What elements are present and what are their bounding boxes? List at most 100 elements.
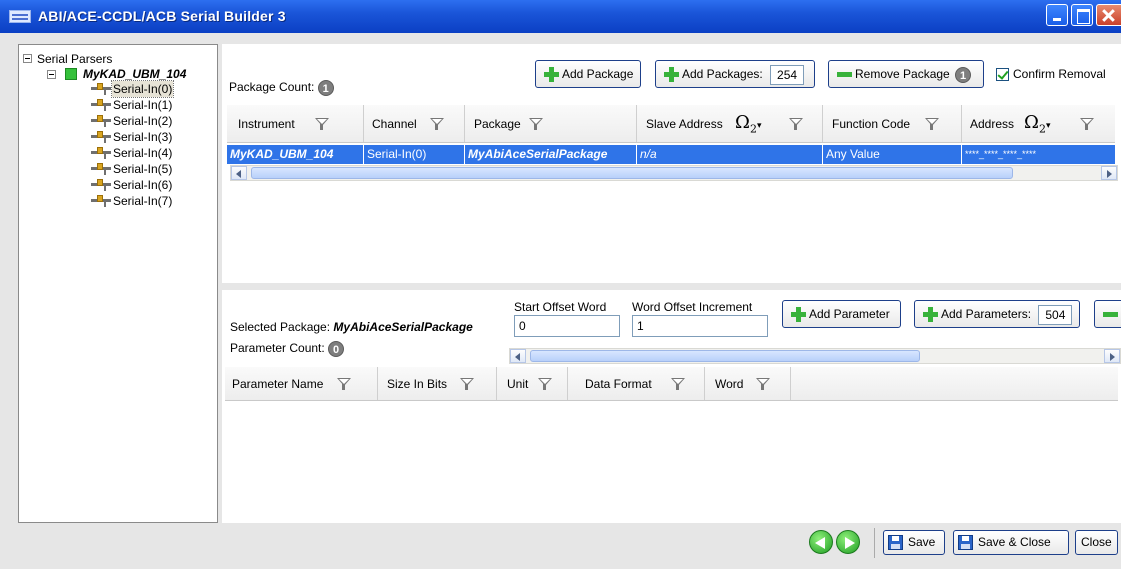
- word-offset-increment-input[interactable]: 1: [632, 315, 768, 337]
- tree-root-label: Serial Parsers: [37, 52, 113, 66]
- remove-package-button[interactable]: Remove Package 1: [828, 60, 984, 88]
- title-bar: ABI/ACE-CCDL/ACB Serial Builder 3: [0, 0, 1121, 33]
- close-window-button[interactable]: [1096, 4, 1121, 26]
- add-packages-label: Add Packages:: [682, 67, 763, 81]
- parameter-count: Parameter Count: 0: [230, 341, 345, 357]
- filter-icon[interactable]: [337, 378, 351, 390]
- panel-splitter[interactable]: [222, 283, 1121, 290]
- add-packages-count-input[interactable]: 254: [770, 64, 805, 85]
- tree-channel-label: Serial-In(2): [113, 114, 173, 128]
- table-row[interactable]: MyKAD_UBM_104 Serial-In(0) MyAbiAceSeria…: [227, 145, 1115, 164]
- units-omega-icon[interactable]: Ω2▾: [1024, 112, 1050, 136]
- scroll-left-icon[interactable]: [510, 349, 526, 363]
- minus-icon: [1103, 312, 1118, 317]
- column-data-format[interactable]: Data Format: [568, 367, 705, 400]
- selected-package-value: MyAbiAceSerialPackage: [333, 320, 473, 334]
- filter-icon[interactable]: [460, 378, 474, 390]
- serial-plug-icon: [91, 195, 111, 207]
- cell-package: MyAbiAceSerialPackage: [465, 145, 637, 164]
- tree-instrument-label: MyKAD_UBM_104: [83, 67, 187, 81]
- add-parameters-count-input[interactable]: 504: [1038, 304, 1073, 325]
- filter-icon[interactable]: [756, 378, 770, 390]
- serial-plug-icon: [91, 83, 111, 95]
- filter-icon[interactable]: [1080, 118, 1094, 130]
- column-slave-address[interactable]: Slave Address Ω2▾: [637, 105, 823, 142]
- package-count: Package Count: 1: [229, 80, 334, 96]
- column-address[interactable]: Address Ω2▾: [962, 105, 1115, 142]
- remove-package-label: Remove Package: [855, 67, 950, 81]
- scroll-left-icon[interactable]: [231, 166, 247, 180]
- minimize-button[interactable]: [1046, 4, 1068, 26]
- save-label: Save: [908, 535, 936, 549]
- add-parameters-label: Add Parameters:: [941, 307, 1032, 321]
- filter-icon[interactable]: [315, 118, 329, 130]
- tree-channel-label: Serial-In(0): [110, 80, 175, 98]
- filter-icon[interactable]: [789, 118, 803, 130]
- cell-slave-address: n/a: [637, 145, 823, 164]
- column-channel[interactable]: Channel: [364, 105, 465, 142]
- window-title: ABI/ACE-CCDL/ACB Serial Builder 3: [38, 8, 286, 24]
- parameter-count-badge: 0: [328, 341, 345, 357]
- serial-plug-icon: [91, 131, 111, 143]
- forward-arrow-icon[interactable]: [836, 530, 860, 554]
- add-packages-button[interactable]: Add Packages: 254: [655, 60, 815, 88]
- minus-icon: [837, 72, 852, 77]
- save-close-button[interactable]: Save & Close: [953, 530, 1069, 555]
- add-parameter-button[interactable]: Add Parameter: [782, 300, 901, 328]
- tree-channel-label: Serial-In(7): [113, 194, 173, 208]
- scroll-right-icon[interactable]: [1101, 166, 1117, 180]
- footer-separator: [874, 528, 875, 558]
- filter-icon[interactable]: [430, 118, 444, 130]
- tree-channel-label: Serial-In(5): [113, 162, 173, 176]
- cell-address: ****_****_****_****: [965, 149, 1037, 159]
- word-offset-increment-label: Word Offset Increment: [632, 300, 753, 314]
- serial-plug-icon: [91, 179, 111, 191]
- column-function-code[interactable]: Function Code: [823, 105, 962, 142]
- add-package-button[interactable]: Add Package: [535, 60, 641, 88]
- scroll-thumb[interactable]: [530, 350, 920, 362]
- plus-icon: [544, 67, 559, 82]
- start-offset-word-input[interactable]: 0: [514, 315, 620, 337]
- plus-icon: [664, 67, 679, 82]
- save-button[interactable]: Save: [883, 530, 945, 555]
- cell-channel: Serial-In(0): [364, 145, 465, 164]
- filter-icon[interactable]: [671, 378, 685, 390]
- serial-plug-icon: [91, 115, 111, 127]
- parameter-grid-header: Parameter Name Size In Bits Unit Data Fo…: [225, 367, 1118, 401]
- column-word[interactable]: Word: [705, 367, 791, 400]
- collapse-icon[interactable]: [47, 70, 56, 79]
- column-unit[interactable]: Unit: [497, 367, 568, 400]
- package-grid-hscrollbar[interactable]: [230, 165, 1118, 181]
- serial-plug-icon: [91, 147, 111, 159]
- column-package[interactable]: Package: [465, 105, 637, 142]
- close-button[interactable]: Close: [1075, 530, 1118, 555]
- filter-icon[interactable]: [925, 118, 939, 130]
- serial-parsers-tree[interactable]: Serial Parsers MyKAD_UBM_104 Serial-In(0…: [18, 44, 218, 523]
- parameter-hscrollbar[interactable]: [509, 348, 1121, 364]
- maximize-button[interactable]: [1071, 4, 1093, 26]
- scroll-thumb[interactable]: [251, 167, 1013, 179]
- package-count-label: Package Count:: [229, 80, 315, 95]
- plus-icon: [923, 307, 938, 322]
- plus-icon: [791, 307, 806, 322]
- cell-function-code: Any Value: [823, 145, 962, 164]
- add-parameters-button[interactable]: Add Parameters: 504: [914, 300, 1080, 328]
- scroll-right-icon[interactable]: [1104, 349, 1120, 363]
- confirm-removal-checkbox[interactable]: [996, 68, 1009, 81]
- save-disk-icon: [958, 535, 973, 550]
- parameter-count-label: Parameter Count:: [230, 341, 325, 356]
- filter-icon[interactable]: [538, 378, 552, 390]
- cell-instrument: MyKAD_UBM_104: [227, 145, 364, 164]
- package-grid-header: Instrument Channel Package Slave Address…: [227, 105, 1115, 143]
- remove-parameter-button[interactable]: [1094, 300, 1121, 328]
- column-size-in-bits[interactable]: Size In Bits: [378, 367, 497, 400]
- column-instrument[interactable]: Instrument: [227, 105, 364, 142]
- units-omega-icon[interactable]: Ω2▾: [735, 112, 761, 136]
- selected-package-label: Selected Package:: [230, 320, 331, 334]
- instrument-status-icon: [65, 68, 77, 80]
- back-arrow-icon[interactable]: [809, 530, 833, 554]
- filter-icon[interactable]: [529, 118, 543, 130]
- column-parameter-name[interactable]: Parameter Name: [225, 367, 378, 400]
- tree-channel-label: Serial-In(1): [113, 98, 173, 112]
- collapse-icon[interactable]: [23, 54, 32, 63]
